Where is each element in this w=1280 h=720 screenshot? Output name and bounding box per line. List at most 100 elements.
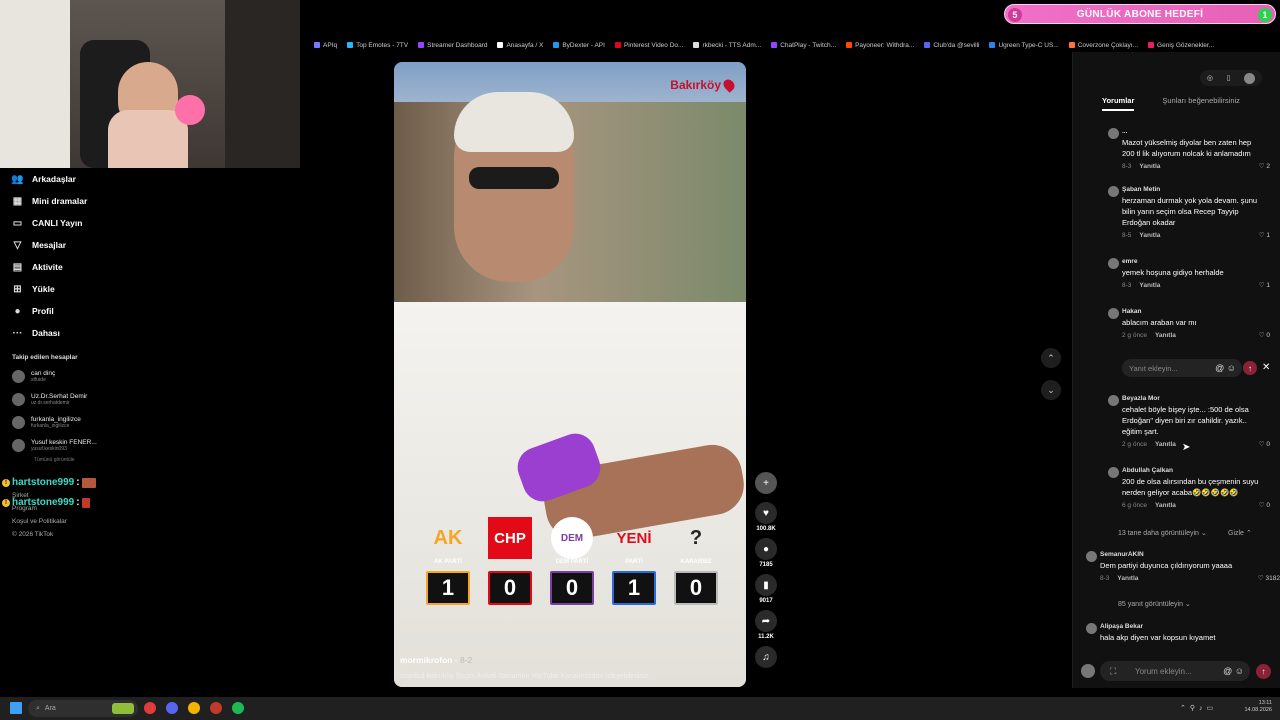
sidebar-item[interactable]: 👥 Arkadaşlar (0, 168, 110, 190)
comment-author[interactable]: Hakan (1122, 308, 1262, 315)
comment-like-count[interactable]: ♡ 2 (1259, 162, 1270, 170)
sidebar-item[interactable]: ▽ Mesajlar (0, 234, 110, 256)
footer-link[interactable]: © 2026 TikTok (0, 528, 110, 541)
commenter-avatar[interactable] (1108, 258, 1119, 269)
bookmark-item[interactable]: rkbecki - TTS Adm... (693, 42, 761, 49)
next-video-button[interactable]: ⌄ (1041, 380, 1061, 400)
bookmark-item[interactable]: Pinterest Video Do... (614, 42, 683, 49)
settings-icon[interactable]: ◎ (1207, 74, 1213, 82)
reply-link[interactable]: Yanıtla (1155, 502, 1176, 509)
comment-like-count[interactable]: ♡ 0 (1259, 440, 1270, 448)
action-button[interactable]: + (752, 472, 780, 496)
weather-icon[interactable] (112, 703, 134, 714)
user-avatar-icon[interactable] (1244, 72, 1256, 84)
comment-like-count[interactable]: ♡ 3182 (1258, 574, 1280, 582)
sidebar-item[interactable]: ▦ Mini dramalar (0, 190, 110, 212)
following-account[interactable]: furkanla_ingilizce furkanla_ingilizce (0, 411, 110, 434)
like-count: 2 (1266, 163, 1270, 170)
bookmark-item[interactable]: Coverzone Çoklayı... (1068, 42, 1138, 49)
bookmark-item[interactable]: Geniş Gözenekler... (1148, 42, 1214, 49)
sidebar-item[interactable]: ··· Dahası (0, 322, 110, 344)
commenter-avatar[interactable] (1108, 308, 1119, 319)
hide-replies[interactable]: Gizle ⌃ (1228, 529, 1252, 537)
post-comment-button[interactable]: ↑ (1256, 664, 1271, 679)
discord-icon[interactable] (166, 702, 178, 714)
reply-link[interactable]: Yanıtla (1155, 332, 1176, 339)
comment-like-count[interactable]: ♡ 0 (1259, 331, 1270, 339)
bookmark-item[interactable]: ChatPlay - Twitch... (771, 42, 836, 49)
bookmarks-bar: APIq Top Emotes - 7TV Streamer Dashboard An… (300, 38, 1280, 52)
comment-author[interactable]: emre (1122, 258, 1262, 265)
heart-icon: ♥ (755, 502, 777, 524)
app-icon[interactable] (210, 702, 222, 714)
following-account[interactable]: Uz.Dr.Serhat Demir uz.dr.serhatdemir (0, 388, 110, 411)
comment-input[interactable]: Yorum ekleyin... ⛶ @ ☺ (1100, 661, 1250, 681)
reply-input[interactable]: Yanıt ekleyin... @ ☺ (1122, 359, 1242, 377)
comment-author[interactable]: Şaban Metin (1122, 186, 1262, 193)
bookmark-item[interactable]: Top Emotes - 7TV (347, 42, 408, 49)
comment-like-count[interactable]: ♡ 0 (1259, 501, 1270, 509)
view-more-replies[interactable]: 13 tane daha görüntüleyin ⌄ (1118, 529, 1207, 537)
comment-author[interactable]: Abdullah Çalkan (1122, 467, 1262, 474)
system-tray-icons[interactable]: ⌃⚲♪▭ (1180, 704, 1217, 712)
commenter-avatar[interactable] (1086, 551, 1097, 562)
send-reply-button[interactable]: ↑ (1243, 361, 1257, 375)
webcam-overlay (0, 0, 300, 168)
video-author[interactable]: mormikrofon · 8-2 (400, 655, 472, 665)
footer-link[interactable]: Koşul ve Politikalar (0, 515, 110, 528)
party-count: 1 (426, 571, 470, 605)
taskbar-clock[interactable]: 13:11 14.08.2026 (1244, 700, 1272, 714)
spotify-icon[interactable] (232, 702, 244, 714)
reply-link[interactable]: Yanıtla (1117, 575, 1138, 582)
close-reply-button[interactable]: ✕ (1262, 362, 1270, 373)
tab-you-may-like[interactable]: Şunları beğenebilirsiniz (1162, 96, 1240, 111)
mention-emoji-icon[interactable]: @ ☺ (1215, 363, 1236, 373)
bookmark-item[interactable]: Club'da @sevilli (924, 42, 979, 49)
comment-author[interactable]: Alipaşa Bekar (1100, 623, 1270, 630)
bookmark-item[interactable]: ByDexter - API (553, 42, 605, 49)
action-button[interactable]: ● 7185 (752, 538, 780, 568)
view-replies[interactable]: 85 yanıt görüntüleyin ⌄ (1118, 600, 1191, 608)
reply-link[interactable]: Yanıtla (1155, 441, 1176, 448)
video-player[interactable]: Bakırköy AK AK PARTİ 1 CHP 0 DEM DEM PARTİ 0 YEN… (394, 62, 746, 687)
sidebar-item[interactable]: ▭ CANLI Yayın (0, 212, 110, 234)
sidebar-item[interactable]: ⊞ Yükle (0, 278, 110, 300)
tab-comments[interactable]: Yorumlar (1102, 96, 1135, 111)
bookmark-item[interactable]: Ugreen Type-C US... (989, 42, 1059, 49)
reply-link[interactable]: Yanıtla (1139, 282, 1160, 289)
windows-start-icon[interactable] (10, 702, 22, 714)
comment-like-count[interactable]: ♡ 1 (1259, 231, 1270, 239)
sidebar-item-label: Arkadaşlar (32, 174, 76, 184)
comment-author[interactable]: Beyazla Mor (1122, 395, 1262, 402)
chrome-icon[interactable] (188, 702, 200, 714)
commenter-avatar[interactable] (1108, 128, 1119, 139)
action-button[interactable]: ♫ (752, 646, 780, 670)
comment-like-count[interactable]: ♡ 1 (1259, 281, 1270, 289)
commenter-avatar[interactable] (1108, 467, 1119, 478)
commenter-avatar[interactable] (1108, 186, 1119, 197)
commenter-avatar[interactable] (1086, 623, 1097, 634)
reply-link[interactable]: Yanıtla (1139, 232, 1160, 239)
comment-author[interactable]: ... (1122, 128, 1262, 135)
action-button[interactable]: ➦ 11.2K (752, 610, 780, 640)
reply-link[interactable]: Yanıtla (1139, 163, 1160, 170)
device-icon[interactable]: ▯ (1227, 74, 1231, 82)
bookmark-item[interactable]: Anasayfa / X (497, 42, 543, 49)
following-account[interactable]: can dinç stfuide (0, 365, 110, 388)
opera-icon[interactable] (144, 702, 156, 714)
bookmark-favicon-icon (1148, 42, 1155, 48)
action-button[interactable]: ♥ 100.8K (752, 502, 780, 532)
bookmark-item[interactable]: Streamer Dashboard (418, 42, 487, 49)
image-icon[interactable]: ⛶ (1110, 666, 1116, 677)
author-name[interactable]: mormikrofon (400, 655, 452, 665)
see-all-following[interactable]: Tümünü görüntüle (22, 454, 110, 467)
mention-emoji-icon[interactable]: @ ☺ (1223, 666, 1244, 676)
commenter-avatar[interactable] (1108, 395, 1119, 406)
comment-author[interactable]: SemanurAKIN (1100, 551, 1270, 558)
sidebar-item[interactable]: ▤ Aktivite (0, 256, 110, 278)
previous-video-button[interactable]: ⌃ (1041, 348, 1061, 368)
bookmark-item[interactable]: APIq (314, 42, 337, 49)
bookmark-item[interactable]: Payoneer: Withdra... (846, 42, 914, 49)
action-button[interactable]: ▮ 9017 (752, 574, 780, 604)
sidebar-item[interactable]: ● Profil (0, 300, 110, 322)
